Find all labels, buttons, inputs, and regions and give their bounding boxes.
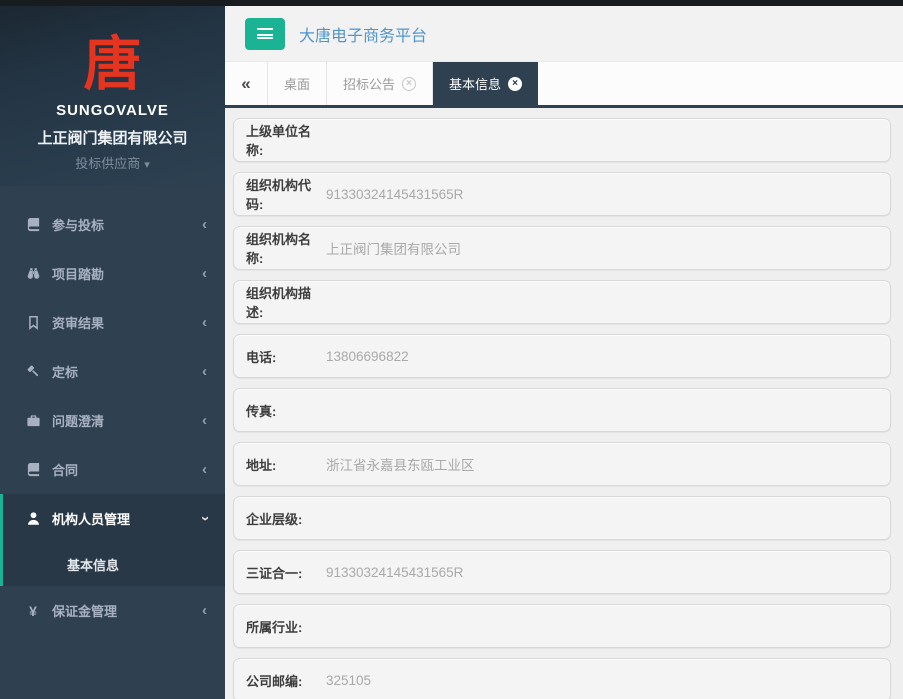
book-icon [24,217,42,232]
chevron-left-icon: ‹ [202,413,207,428]
company-logo: 唐 [0,34,225,96]
main-area: 大唐电子商务平台 « 桌面招标公告×基本信息× 上级单位名称:组织机构代码:91… [225,6,903,699]
sidebar-item-org-personnel-management[interactable]: 机构人员管理‹ [3,494,225,543]
sidebar-subitem-basic-info[interactable]: 基本信息 [3,543,225,586]
sidebar-item-label: 合同 [52,460,202,479]
sidebar-group-award-decision: 定标‹ [0,347,225,396]
hamburger-icon [257,28,273,39]
brand-name: SUNGOVALVE [0,102,225,119]
field-label: 三证合一: [246,563,326,582]
briefcase-icon [24,413,42,428]
top-border-strip [0,0,903,6]
sidebar-item-label: 机构人员管理 [52,509,202,528]
app-title: 大唐电子商务平台 [299,22,427,46]
field-label: 传真: [246,401,326,420]
user-icon [24,511,42,526]
sidebar-header: 唐 SUNGOVALVE 上正阀门集团有限公司 投标供应商 ▾ [0,0,225,186]
chevron-left-icon: ‹ [202,462,207,477]
field-label: 组织机构名称: [246,229,326,267]
chevron-left-icon: ‹ [202,266,207,281]
field-value: 13806696822 [326,349,409,364]
field-value: 上正阀门集团有限公司 [326,238,461,258]
sidebar-item-label: 问题澄清 [52,411,202,430]
sidebar-item-label: 参与投标 [52,215,202,234]
sidebar-item-contract[interactable]: 合同‹ [0,445,225,494]
tabs-collapse-button[interactable]: « [225,62,268,105]
chevron-left-icon: ‹ [202,217,207,232]
form-row-enterprise-level: 企业层级: [233,496,891,540]
form-row-org-code: 组织机构代码:91330324145431565R [233,172,891,216]
sidebar-group-participate-bidding: 参与投标‹ [0,200,225,249]
field-value: 浙江省永嘉县东瓯工业区 [326,454,475,474]
sidebar-item-label: 保证金管理 [52,601,202,620]
chevron-left-icon: ‹ [202,315,207,330]
sidebar-item-deposit-management[interactable]: ¥ 保证金管理‹ [0,586,225,635]
field-label: 组织机构代码: [246,175,326,213]
sidebar-item-participate-bidding[interactable]: 参与投标‹ [0,200,225,249]
form-row-phone: 电话:13806696822 [233,334,891,378]
sidebar: 唐 SUNGOVALVE 上正阀门集团有限公司 投标供应商▾ 参与投标‹项目踏勘… [0,0,225,699]
chevron-left-icon: ‹ [202,364,207,379]
tab-desktop[interactable]: 桌面 [268,62,327,105]
sidebar-item-award-decision[interactable]: 定标‹ [0,347,225,396]
field-value: 325105 [326,673,371,688]
binoculars-icon [24,266,42,281]
top-navbar: 大唐电子商务平台 [225,6,903,62]
field-label: 公司邮编: [246,671,326,690]
yen-icon: ¥ [24,603,42,619]
field-label: 组织机构描述: [246,283,326,321]
tab-basic-info[interactable]: 基本信息 × [433,62,538,105]
field-label: 上级单位名称: [246,121,326,159]
chevron-down-icon: ‹ [197,516,212,521]
bookmark-icon [24,315,42,330]
sidebar-item-label: 项目踏勘 [52,264,202,283]
sidebar-item-qualification-result[interactable]: 资审结果‹ [0,298,225,347]
sidebar-item-question-clarification[interactable]: 问题澄清‹ [0,396,225,445]
user-role-label: 投标供应商 [75,156,140,171]
tabs-container: 桌面 招标公告 × 基本信息 × [268,62,538,105]
form-row-org-name: 组织机构名称:上正阀门集团有限公司 [233,226,891,270]
company-name: 上正阀门集团有限公司 [0,127,225,148]
tab-close-icon[interactable]: × [508,77,522,91]
field-label: 电话: [246,347,326,366]
sidebar-menu: 参与投标‹项目踏勘‹资审结果‹定标‹问题澄清‹合同‹机构人员管理‹基本信息¥保证… [0,186,225,635]
sidebar-group-qualification-result: 资审结果‹ [0,298,225,347]
field-value: 91330324145431565R [326,187,463,202]
tab-label: 桌面 [284,74,310,93]
book-icon [24,462,42,477]
tab-label: 基本信息 [449,74,501,93]
sidebar-group-question-clarification: 问题澄清‹ [0,396,225,445]
gavel-icon [24,364,42,379]
field-label: 企业层级: [246,509,326,528]
sidebar-group-project-survey: 项目踏勘‹ [0,249,225,298]
basic-info-form: 上级单位名称:组织机构代码:91330324145431565R组织机构名称:上… [225,108,903,699]
sidebar-item-project-survey[interactable]: 项目踏勘‹ [0,249,225,298]
field-value: 91330324145431565R [326,565,463,580]
sidebar-group-org-personnel-management: 机构人员管理‹基本信息 [0,494,225,586]
tab-bar: « 桌面 招标公告 × 基本信息 × [225,62,903,105]
field-label: 所属行业: [246,617,326,636]
chevron-left-icon: ‹ [202,603,207,618]
sidebar-group-deposit-management: ¥ 保证金管理‹ [0,586,225,635]
sidebar-group-contract: 合同‹ [0,445,225,494]
sidebar-item-label: 定标 [52,362,202,381]
form-row-org-description: 组织机构描述: [233,280,891,324]
caret-down-icon: ▾ [144,159,150,171]
sidebar-item-label: 资审结果 [52,313,202,332]
form-row-three-certificates-in-one: 三证合一:91330324145431565R [233,550,891,594]
form-row-fax: 传真: [233,388,891,432]
menu-toggle-button[interactable] [245,18,285,50]
user-role-dropdown[interactable]: 投标供应商 ▾ [0,153,225,172]
tab-close-icon[interactable]: × [402,77,416,91]
tab-bid-announcement[interactable]: 招标公告 × [327,62,433,105]
form-row-company-postcode: 公司邮编:325105 [233,658,891,699]
form-row-parent-unit-name: 上级单位名称: [233,118,891,162]
form-row-industry: 所属行业: [233,604,891,648]
form-row-address: 地址:浙江省永嘉县东瓯工业区 [233,442,891,486]
field-label: 地址: [246,455,326,474]
tab-label: 招标公告 [343,74,395,93]
